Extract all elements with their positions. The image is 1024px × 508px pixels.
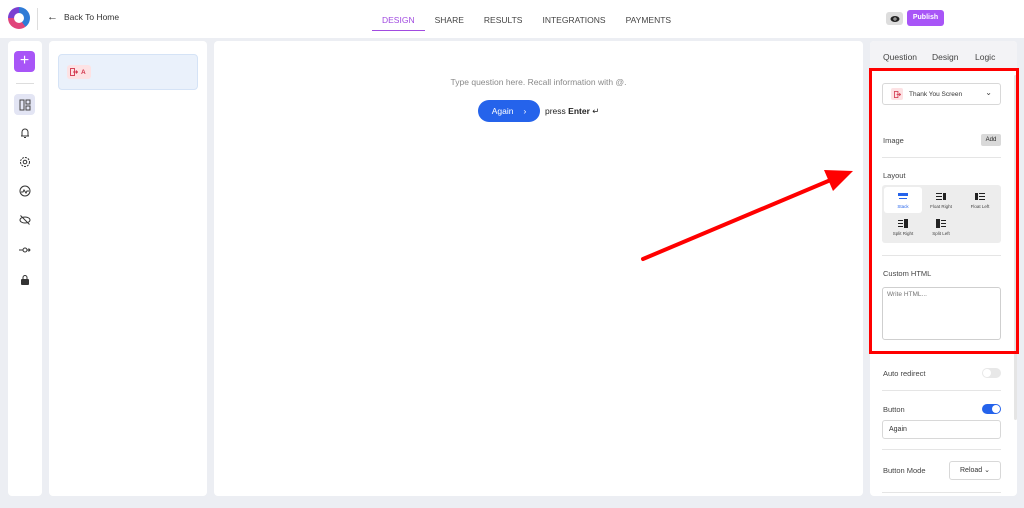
- question-type-badge: A: [67, 65, 91, 79]
- question-label: A: [81, 68, 86, 76]
- app-logo[interactable]: [8, 7, 30, 29]
- layout-icon[interactable]: [14, 94, 35, 115]
- divider: [882, 492, 1001, 493]
- back-to-home-link[interactable]: ← Back To Home: [47, 11, 120, 23]
- press-label: press: [545, 106, 566, 116]
- bell-icon[interactable]: [14, 122, 35, 143]
- question-canvas: Type question here. Recall information w…: [214, 41, 863, 496]
- flow-icon[interactable]: [14, 239, 35, 260]
- button-mode-select[interactable]: Reload ⌄: [949, 461, 1001, 480]
- add-question-button[interactable]: +: [14, 51, 35, 72]
- button-label: Button: [883, 405, 905, 414]
- back-label: Back To Home: [64, 12, 120, 22]
- annotation-highlight-box: [869, 68, 1019, 354]
- hidden-eye-icon[interactable]: [14, 209, 35, 230]
- button-mode-label: Button Mode: [883, 466, 926, 475]
- enter-label: Enter: [568, 106, 590, 116]
- divider: [882, 390, 1001, 391]
- tab-results[interactable]: RESULTS: [474, 0, 533, 38]
- top-bar: ← Back To Home DESIGN SHARE RESULTS INTE…: [0, 0, 1024, 38]
- tab-share[interactable]: SHARE: [425, 0, 474, 38]
- exit-icon: [70, 68, 78, 76]
- button-text-input[interactable]: Again: [882, 420, 1001, 439]
- tab-logic[interactable]: Logic: [975, 52, 995, 62]
- publish-button[interactable]: Publish: [907, 10, 944, 26]
- button-toggle[interactable]: [982, 404, 1001, 414]
- lock-icon[interactable]: [14, 269, 35, 290]
- question-text-placeholder[interactable]: Type question here. Recall information w…: [214, 77, 863, 87]
- gauge-icon[interactable]: [14, 180, 35, 201]
- settings-icon[interactable]: [14, 151, 35, 172]
- question-list-item[interactable]: A: [58, 54, 198, 90]
- question-list-panel: A: [49, 41, 207, 496]
- main-tabs: DESIGN SHARE RESULTS INTEGRATIONS PAYMEN…: [372, 0, 681, 38]
- settings-tabs: Question Design Logic: [870, 41, 1017, 71]
- tab-question[interactable]: Question: [883, 52, 917, 62]
- tab-integrations[interactable]: INTEGRATIONS: [532, 0, 615, 38]
- enter-key-icon: ↵: [592, 106, 600, 116]
- auto-redirect-label: Auto redirect: [883, 369, 926, 378]
- tab-design-settings[interactable]: Design: [932, 52, 958, 62]
- again-button[interactable]: Again ›: [478, 100, 540, 122]
- divider: [16, 83, 34, 84]
- tool-rail: +: [8, 41, 42, 496]
- again-button-label: Again: [491, 106, 514, 116]
- auto-redirect-toggle[interactable]: [982, 368, 1001, 378]
- tab-payments[interactable]: PAYMENTS: [616, 0, 682, 38]
- eye-icon: [890, 15, 899, 22]
- press-enter-hint: press Enter ↵: [545, 106, 599, 117]
- arrow-left-icon: ←: [47, 11, 58, 23]
- tab-design[interactable]: DESIGN: [372, 0, 425, 31]
- divider: [37, 8, 38, 30]
- divider: [882, 449, 1001, 450]
- preview-button[interactable]: [886, 12, 903, 25]
- chevron-right-icon: ›: [523, 106, 527, 116]
